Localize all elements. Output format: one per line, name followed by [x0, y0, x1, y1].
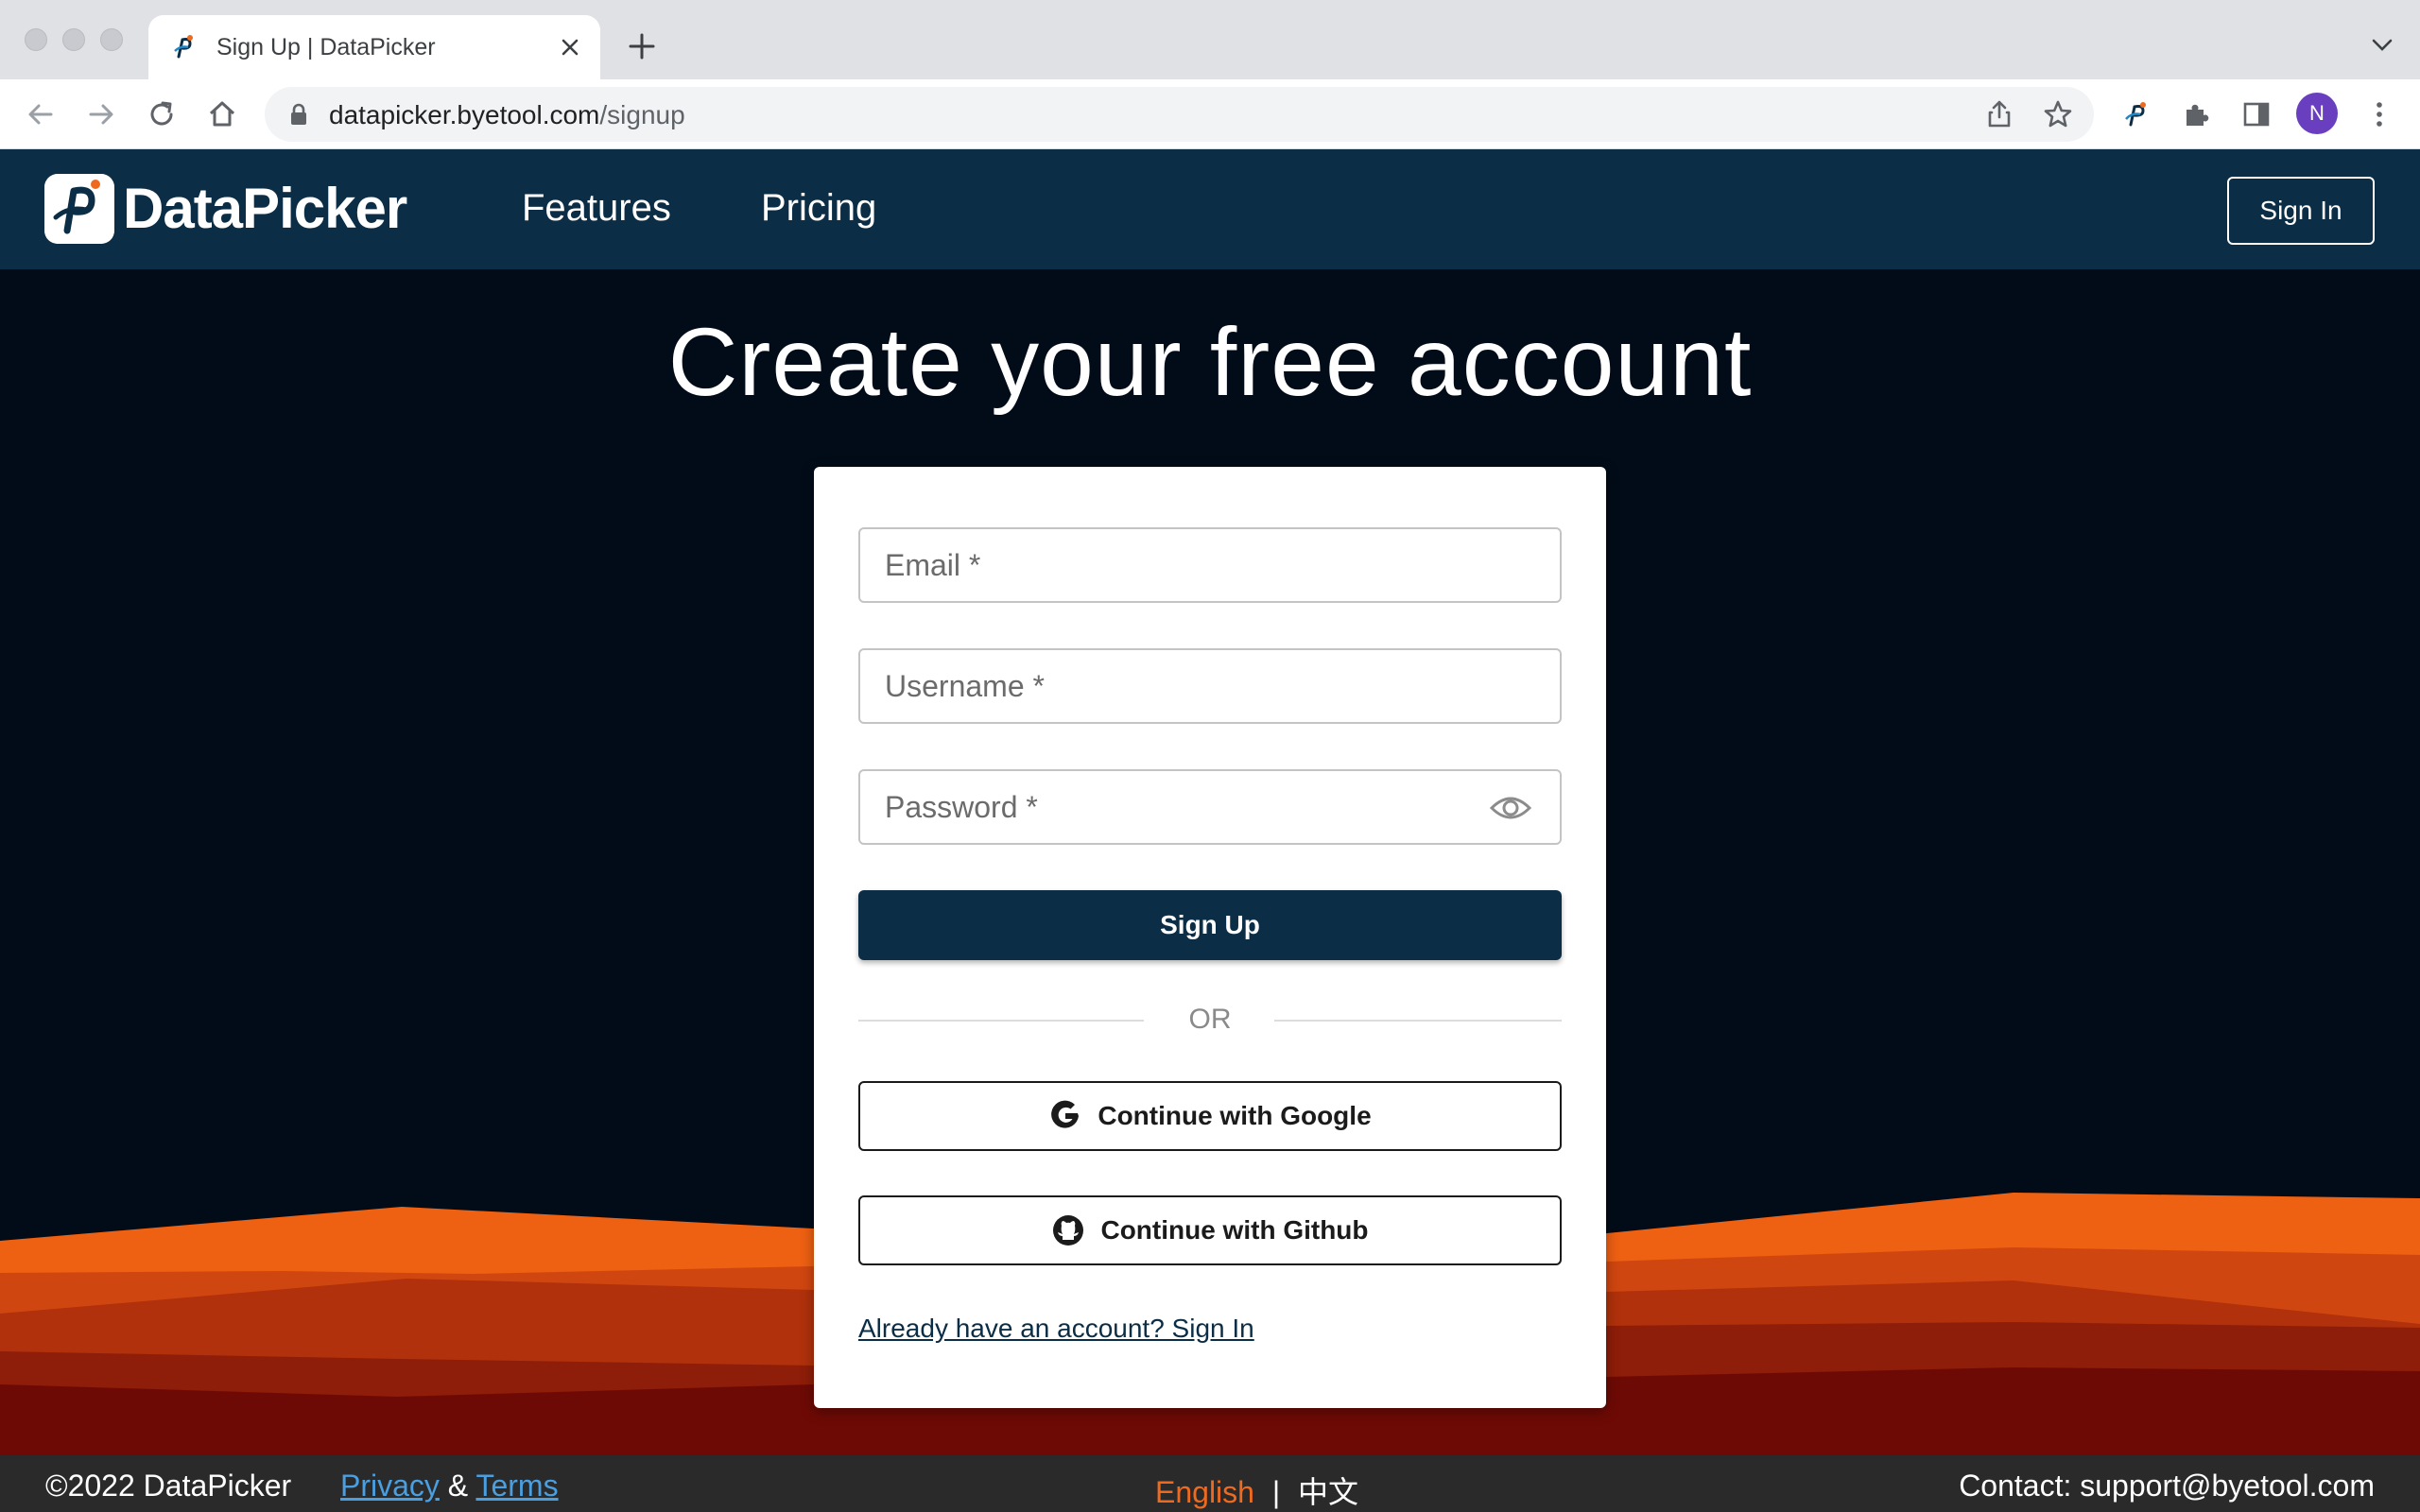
chevron-down-icon[interactable]: [2371, 38, 2394, 53]
address-bar[interactable]: datapicker.byetool.com/signup: [265, 87, 2094, 142]
password-label: Password *: [885, 790, 1038, 824]
lang-separator: |: [1271, 1475, 1281, 1509]
google-signin-button[interactable]: Continue with Google: [858, 1081, 1562, 1151]
nav-features[interactable]: Features: [522, 187, 671, 230]
logo-text[interactable]: DataPicker: [123, 176, 407, 241]
nav-pricing[interactable]: Pricing: [761, 187, 876, 230]
username-label: Username *: [885, 669, 1045, 703]
home-icon[interactable]: [206, 98, 238, 130]
header-signin-button[interactable]: Sign In: [2227, 177, 2375, 245]
contact-text: Contact: support@byetool.com: [1959, 1469, 2375, 1503]
more-vertical-icon[interactable]: [2363, 98, 2395, 130]
divider-right: [1274, 1020, 1562, 1022]
github-icon: [1053, 1215, 1084, 1246]
window-close-dot[interactable]: [25, 28, 47, 51]
password-field[interactable]: Password *: [858, 769, 1562, 845]
page-title: Create your free account: [667, 308, 1753, 416]
browser-toolbar: datapicker.byetool.com/signup N: [0, 79, 2420, 149]
github-button-label: Continue with Github: [1100, 1215, 1369, 1245]
url-text[interactable]: datapicker.byetool.com/signup: [329, 100, 685, 130]
copyright-text: ©2022 DataPicker: [45, 1469, 292, 1503]
url-host: datapicker.byetool.com: [329, 100, 600, 129]
datapicker-logo-icon[interactable]: [44, 174, 114, 244]
datapicker-favicon-icon: [174, 35, 193, 59]
email-label: Email *: [885, 548, 981, 582]
lang-chinese[interactable]: 中文: [1298, 1475, 1358, 1509]
site-footer: ©2022 DataPicker Privacy & Terms English…: [0, 1455, 2420, 1512]
close-icon[interactable]: [557, 34, 583, 60]
signin-link[interactable]: Already have an account? Sign In: [858, 1314, 1254, 1344]
bookmark-star-icon[interactable]: [2042, 98, 2074, 130]
reload-icon[interactable]: [146, 98, 178, 130]
terms-link[interactable]: Terms: [475, 1469, 558, 1503]
share-icon[interactable]: [1983, 98, 2015, 130]
back-arrow-icon[interactable]: [25, 98, 57, 130]
datapicker-extension-icon[interactable]: [2120, 98, 2152, 130]
extensions-puzzle-icon[interactable]: [2181, 98, 2213, 130]
browser-tab-active[interactable]: Sign Up | DataPicker: [148, 15, 600, 81]
email-field[interactable]: Email *: [858, 527, 1562, 603]
show-password-eye-icon[interactable]: [1490, 792, 1531, 824]
ampersand: &: [447, 1469, 469, 1503]
site-header: DataPicker Features Pricing Sign In: [0, 149, 2420, 269]
privacy-link[interactable]: Privacy: [340, 1469, 440, 1503]
lang-english[interactable]: English: [1155, 1475, 1254, 1509]
browser-tabstrip: Sign Up | DataPicker: [0, 0, 2420, 81]
google-icon: [1051, 1100, 1080, 1128]
side-panel-icon[interactable]: [2240, 98, 2273, 130]
tab-title: Sign Up | DataPicker: [216, 34, 436, 60]
signup-card: Email * Username * Password * Sign Up OR…: [814, 467, 1606, 1408]
signup-button[interactable]: Sign Up: [858, 890, 1562, 960]
google-button-label: Continue with Google: [1098, 1101, 1372, 1130]
window-minimize-dot[interactable]: [62, 28, 85, 51]
profile-avatar[interactable]: N: [2296, 93, 2338, 134]
forward-arrow-icon[interactable]: [85, 98, 117, 130]
lock-icon[interactable]: [289, 103, 308, 126]
github-signin-button[interactable]: Continue with Github: [858, 1195, 1562, 1265]
url-path: /signup: [599, 100, 685, 129]
new-tab-icon[interactable]: [628, 32, 656, 60]
window-zoom-dot[interactable]: [100, 28, 123, 51]
username-field[interactable]: Username *: [858, 648, 1562, 724]
